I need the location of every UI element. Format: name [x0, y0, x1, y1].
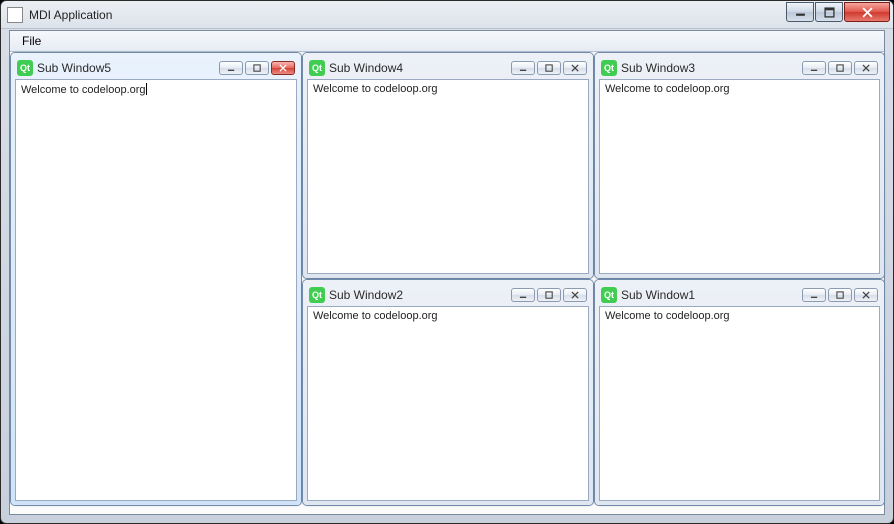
subwindow-5-titlebar[interactable]: Qt Sub Window5 [15, 57, 297, 79]
subwindow-1[interactable]: Qt Sub Window1 Welcome to codeloop.org [594, 279, 885, 506]
subwindow-5[interactable]: Qt Sub Window5 Welcome to codeloop.org [10, 52, 302, 506]
subwindow-3-minimize-button[interactable] [802, 61, 826, 75]
subwindow-2-text: Welcome to codeloop.org [313, 310, 438, 322]
subwindow-4-close-button[interactable] [563, 61, 587, 75]
subwindow-4-maximize-button[interactable] [537, 61, 561, 75]
subwindow-5-text: Welcome to codeloop.org [21, 84, 147, 96]
mdi-area[interactable]: Qt Sub Window5 Welcome to codeloop.org [10, 52, 884, 514]
subwindow-3-title: Sub Window3 [621, 61, 798, 75]
subwindow-3-titlebar[interactable]: Qt Sub Window3 [599, 57, 880, 79]
qt-icon: Qt [601, 287, 617, 303]
window-title: MDI Application [29, 8, 112, 22]
subwindow-1-text: Welcome to codeloop.org [605, 310, 730, 322]
subwindow-2-close-button[interactable] [563, 288, 587, 302]
menu-file[interactable]: File [14, 32, 49, 50]
subwindow-2-titlebar[interactable]: Qt Sub Window2 [307, 284, 589, 306]
subwindow-1-titlebar[interactable]: Qt Sub Window1 [599, 284, 880, 306]
subwindow-2-content-area[interactable]: Welcome to codeloop.org [307, 306, 589, 501]
subwindow-1-minimize-button[interactable] [802, 288, 826, 302]
qt-icon: Qt [601, 60, 617, 76]
subwindow-3[interactable]: Qt Sub Window3 Welcome to codeloop.org [594, 52, 885, 279]
subwindow-2-maximize-button[interactable] [537, 288, 561, 302]
window-titlebar[interactable]: MDI Application [1, 1, 893, 29]
subwindow-4-titlebar[interactable]: Qt Sub Window4 [307, 57, 589, 79]
subwindow-2-title: Sub Window2 [329, 288, 507, 302]
subwindow-3-maximize-button[interactable] [828, 61, 852, 75]
qt-icon: Qt [17, 60, 33, 76]
subwindow-5-content-area[interactable]: Welcome to codeloop.org [15, 79, 297, 501]
subwindow-2-minimize-button[interactable] [511, 288, 535, 302]
subwindow-1-close-button[interactable] [854, 288, 878, 302]
subwindow-3-close-button[interactable] [854, 61, 878, 75]
subwindow-4-content-area[interactable]: Welcome to codeloop.org [307, 79, 589, 274]
subwindow-5-minimize-button[interactable] [219, 61, 243, 75]
subwindow-5-close-button[interactable] [271, 61, 295, 75]
subwindow-4[interactable]: Qt Sub Window4 Welcome to codeloop.org [302, 52, 594, 279]
window-controls [785, 2, 890, 22]
subwindow-5-title: Sub Window5 [37, 61, 215, 75]
close-button[interactable] [844, 2, 890, 22]
subwindow-4-minimize-button[interactable] [511, 61, 535, 75]
subwindow-3-text: Welcome to codeloop.org [605, 83, 730, 95]
app-icon [7, 7, 23, 23]
minimize-button[interactable] [786, 2, 814, 22]
subwindow-4-text: Welcome to codeloop.org [313, 83, 438, 95]
menubar: File [10, 31, 884, 52]
subwindow-4-title: Sub Window4 [329, 61, 507, 75]
subwindow-1-content-area[interactable]: Welcome to codeloop.org [599, 306, 880, 501]
qt-icon: Qt [309, 60, 325, 76]
subwindow-5-maximize-button[interactable] [245, 61, 269, 75]
qt-icon: Qt [309, 287, 325, 303]
maximize-button[interactable] [815, 2, 843, 22]
subwindow-1-maximize-button[interactable] [828, 288, 852, 302]
subwindow-2[interactable]: Qt Sub Window2 Welcome to codeloop.org [302, 279, 594, 506]
subwindow-1-title: Sub Window1 [621, 288, 798, 302]
subwindow-3-content-area[interactable]: Welcome to codeloop.org [599, 79, 880, 274]
app-client-area: File Qt Sub Window5 Welco [9, 30, 885, 515]
main-window-frame: MDI Application File Qt Sub Window5 [0, 0, 894, 524]
